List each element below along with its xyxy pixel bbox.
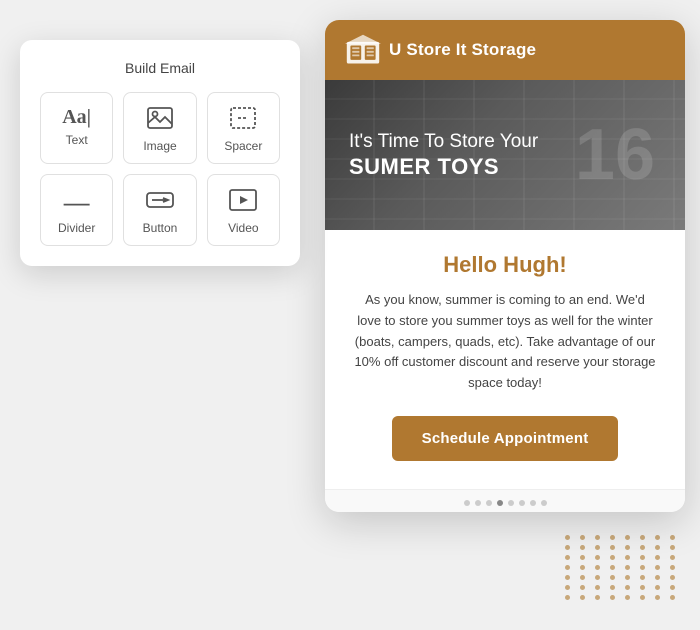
build-email-panel: Build Email Aa| Text Image [20, 40, 300, 266]
divider-icon: — [64, 189, 90, 215]
spacer-icon [230, 107, 256, 133]
hero-text: It's Time To Store Your SUMER TOYS [349, 130, 538, 181]
pagination-dots [325, 489, 685, 512]
email-header: U Store It Storage [325, 20, 685, 80]
schedule-appointment-button[interactable]: Schedule Appointment [392, 416, 619, 461]
block-label-spacer: Spacer [224, 139, 262, 153]
hero-bg-number: 16 [575, 119, 655, 191]
block-item-divider[interactable]: — Divider [40, 174, 113, 246]
hero-line2: SUMER TOYS [349, 154, 538, 180]
block-item-video[interactable]: Video [207, 174, 280, 246]
logo-text: U Store It Storage [389, 40, 536, 60]
dot-2 [475, 500, 481, 506]
build-email-title: Build Email [40, 60, 280, 76]
video-icon [229, 189, 257, 215]
email-preview-card: U Store It Storage 16 It's Time To Store… [325, 20, 685, 512]
email-greeting: Hello Hugh! [353, 252, 657, 278]
storage-logo: U Store It Storage [345, 34, 536, 66]
block-item-image[interactable]: Image [123, 92, 196, 164]
dot-5 [508, 500, 514, 506]
block-item-text[interactable]: Aa| Text [40, 92, 113, 164]
block-item-button[interactable]: Button [123, 174, 196, 246]
block-item-spacer[interactable]: Spacer [207, 92, 280, 164]
block-label-divider: Divider [58, 221, 95, 235]
dot-4 [497, 500, 503, 506]
text-icon: Aa| [62, 107, 91, 127]
block-label-text: Text [66, 133, 88, 147]
dot-grid-decoration [565, 535, 680, 600]
logo-icon [345, 34, 381, 66]
block-label-button: Button [143, 221, 178, 235]
button-icon [146, 189, 174, 215]
email-hero: 16 It's Time To Store Your SUMER TOYS [325, 80, 685, 230]
hero-line1: It's Time To Store Your [349, 130, 538, 155]
dot-6 [519, 500, 525, 506]
dot-7 [530, 500, 536, 506]
dot-3 [486, 500, 492, 506]
email-body: Hello Hugh! As you know, summer is comin… [325, 230, 685, 489]
dot-8 [541, 500, 547, 506]
image-icon [147, 107, 173, 133]
block-label-image: Image [143, 139, 176, 153]
block-label-video: Video [228, 221, 258, 235]
email-body-text: As you know, summer is coming to an end.… [353, 290, 657, 394]
block-grid: Aa| Text Image Spacer [40, 92, 280, 246]
dot-1 [464, 500, 470, 506]
